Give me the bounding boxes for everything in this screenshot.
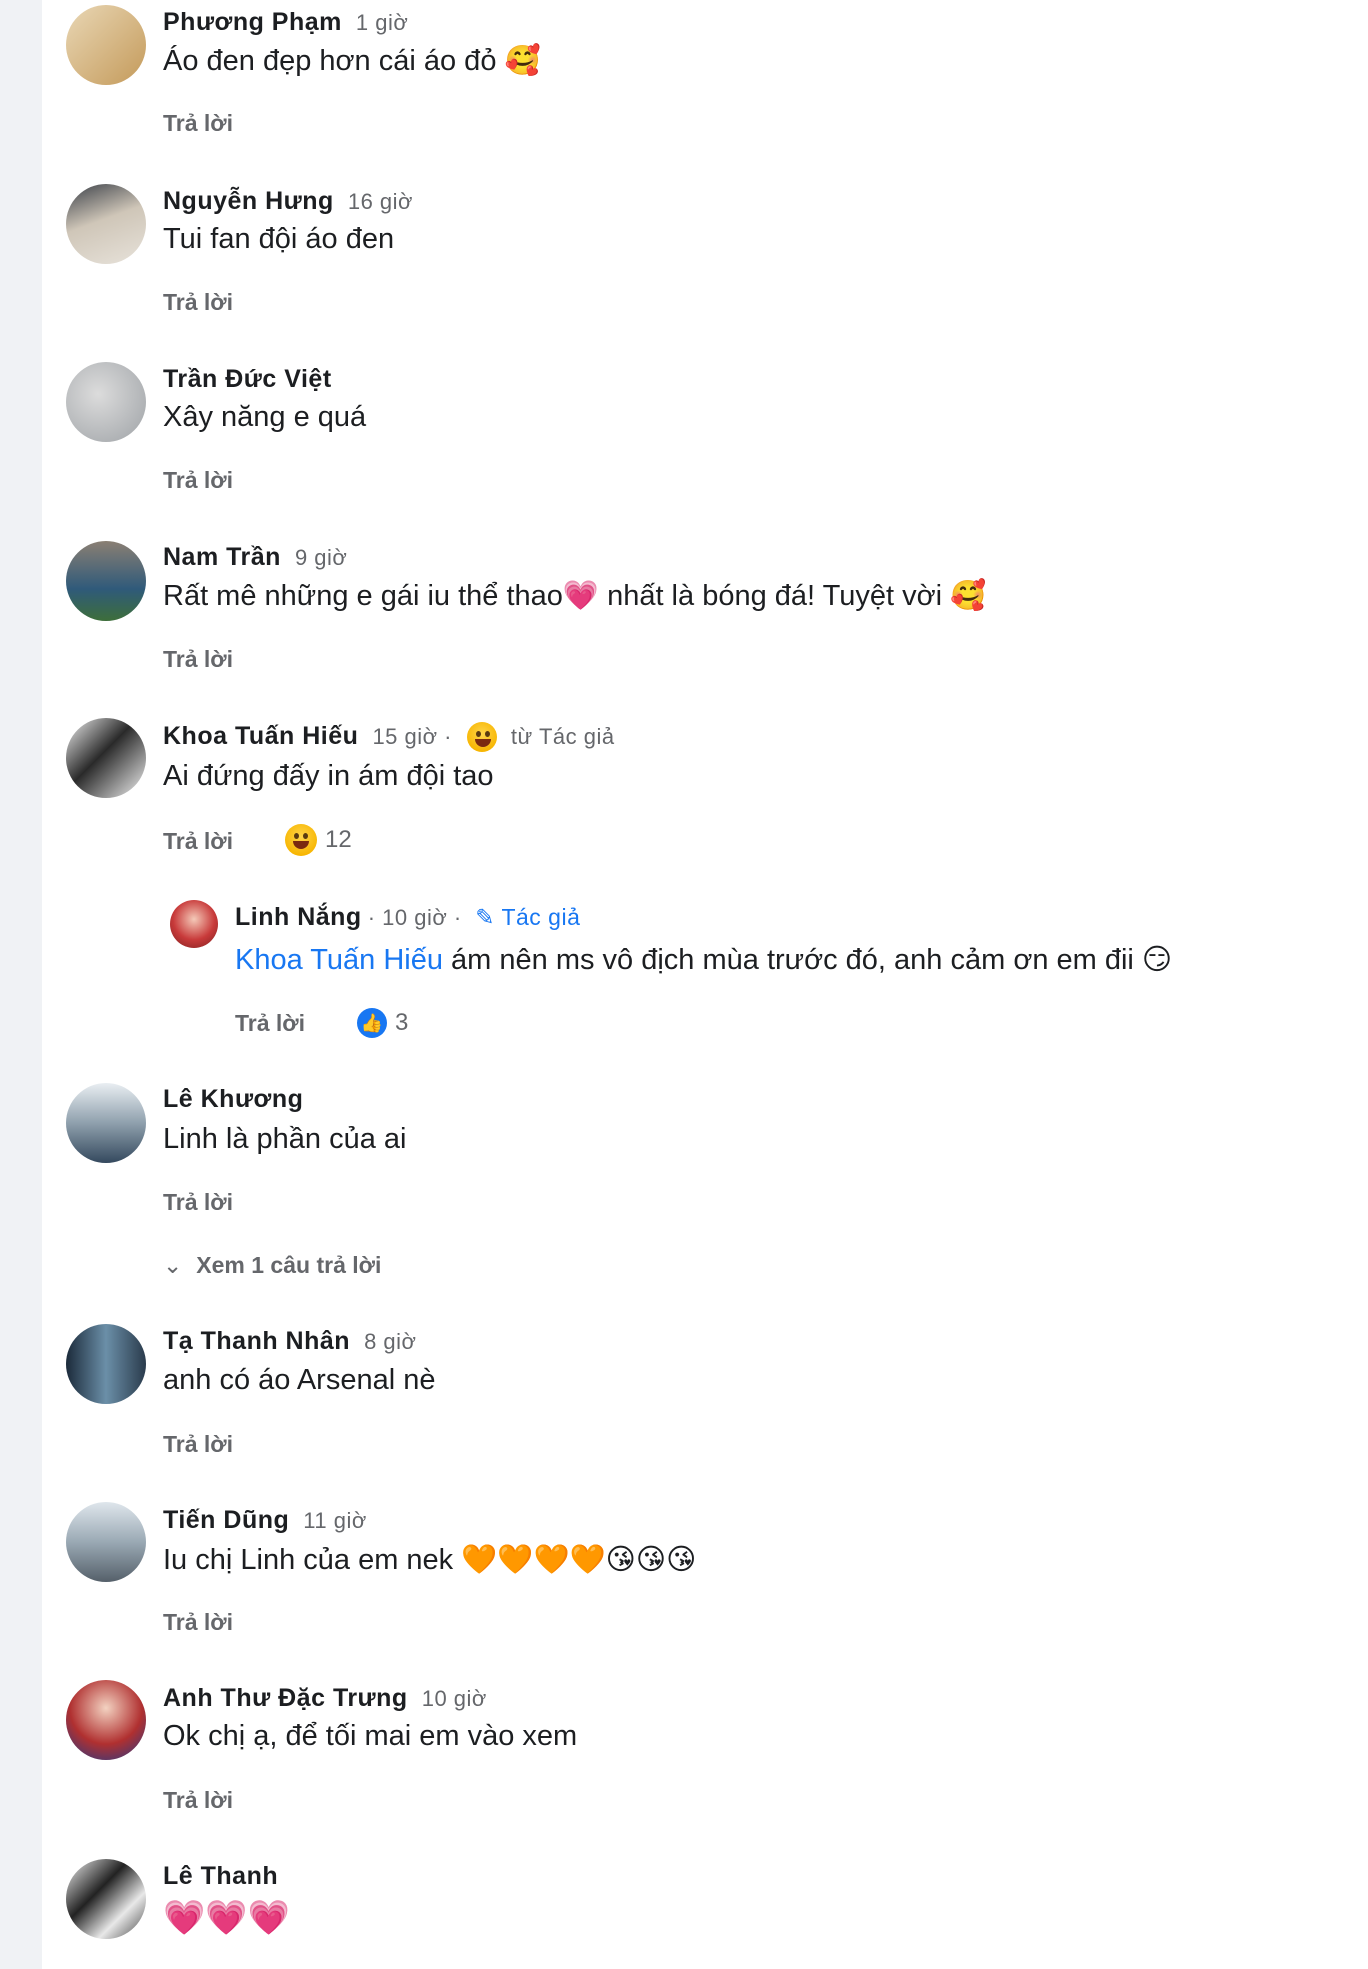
laugh-emoji-icon [285, 824, 317, 856]
comment-time: 16 giờ [347, 189, 413, 214]
author-name[interactable]: Linh Nắng [235, 903, 362, 931]
avatar[interactable] [66, 184, 146, 264]
comment-text: 💗💗💗 [163, 1899, 291, 1937]
mention-link[interactable]: Khoa Tuấn Hiếu [235, 944, 443, 976]
comment-time: 10 giờ [421, 1686, 487, 1711]
reply-button[interactable]: Trả lời [163, 1609, 233, 1636]
comment-text: Ok chị ạ, để tối mai em vào xem [163, 1720, 578, 1752]
comment-author[interactable]: Linh Nắng · 10 giờ · ✎ Tác giả [235, 903, 580, 932]
author-name[interactable]: Tạ Thanh Nhân [163, 1327, 350, 1355]
avatar[interactable] [66, 1502, 146, 1582]
view-replies-label: Xem 1 câu trả lời [196, 1252, 382, 1278]
avatar[interactable] [66, 1680, 146, 1760]
avatar[interactable] [170, 900, 218, 948]
author-name[interactable]: Lê Khương [163, 1085, 303, 1113]
comment-text: Tui fan đội áo đen [163, 223, 395, 255]
avatar[interactable] [66, 1859, 146, 1939]
author-badge-label: Tác giả [501, 904, 581, 930]
author-reacted-label: từ Tác giả [510, 724, 615, 749]
comment-author[interactable]: Tạ Thanh Nhân 8 giờ [163, 1327, 416, 1356]
comment-text: Áo đen đẹp hơn cái áo đỏ 🥰 [163, 45, 541, 77]
reaction-count: 3 [395, 1009, 409, 1036]
reaction-count: 12 [325, 826, 352, 853]
author-name[interactable]: Lê Thanh [163, 1862, 278, 1890]
reply-button[interactable]: Trả lời [163, 646, 233, 673]
comment-time: 1 giờ [355, 10, 409, 35]
chevron-down-icon: ⌄ [163, 1252, 183, 1278]
reaction-summary[interactable]: 👍 3 [357, 1008, 408, 1038]
comment-author[interactable]: Nam Trần 9 giờ [163, 543, 347, 572]
author-name[interactable]: Phương Phạm [163, 8, 342, 36]
comment-author[interactable]: Phương Phạm 1 giờ [163, 8, 408, 37]
comment-author[interactable]: Tiến Dũng 11 giờ [163, 1506, 367, 1535]
comment-time: · 10 giờ · [367, 905, 462, 930]
like-icon: 👍 [357, 1008, 387, 1038]
comment-author[interactable]: Trần Đức Việt [163, 365, 332, 394]
avatar[interactable] [66, 718, 146, 798]
comment-author[interactable]: Nguyễn Hưng 16 giờ [163, 187, 413, 216]
comment-text: Rất mê những e gái iu thể thao💗 nhất là … [163, 580, 987, 612]
comment-time: 8 giờ [364, 1329, 417, 1354]
avatar[interactable] [66, 541, 146, 621]
reply-button[interactable]: Trả lời [235, 1010, 305, 1037]
comment-time: 9 giờ [294, 545, 348, 570]
reply-button[interactable]: Trả lời [163, 1431, 233, 1458]
reply-button[interactable]: Trả lời [163, 828, 233, 855]
reply-button[interactable]: Trả lời [163, 1787, 233, 1814]
view-replies-button[interactable]: ⌄ Xem 1 câu trả lời [163, 1252, 381, 1279]
comment-text: Xây năng e quá [163, 401, 367, 433]
author-name[interactable]: Tiến Dũng [163, 1506, 289, 1534]
laugh-emoji-icon [467, 722, 498, 753]
avatar[interactable] [66, 5, 146, 85]
reply-button[interactable]: Trả lời [163, 110, 233, 137]
reaction-summary[interactable]: 12 [285, 824, 352, 856]
author-name[interactable]: Nguyễn Hưng [163, 187, 334, 215]
author-name[interactable]: Khoa Tuấn Hiếu [163, 722, 358, 750]
author-name[interactable]: Anh Thư Đặc Trưng [163, 1684, 408, 1712]
comment-text: Khoa Tuấn Hiếu ám nên ms vô địch mùa trư… [235, 942, 1172, 977]
reply-button[interactable]: Trả lời [163, 1189, 233, 1216]
avatar[interactable] [66, 362, 146, 442]
comment-author[interactable]: Anh Thư Đặc Trưng 10 giờ [163, 1684, 487, 1713]
author-badge: ✎ Tác giả [475, 904, 580, 930]
author-name[interactable]: Trần Đức Việt [163, 365, 332, 393]
comment-author[interactable]: Khoa Tuấn Hiếu 15 giờ · từ Tác giả [163, 722, 615, 753]
comment-author[interactable]: Lê Thanh [163, 1862, 278, 1891]
comment-text: anh có áo Arsenal nè [163, 1364, 436, 1396]
comment-time: 15 giờ · [372, 724, 453, 749]
comment-text: Ai đứng đấy in ám đội tao [163, 760, 494, 792]
reply-button[interactable]: Trả lời [163, 289, 233, 316]
comment-text: Iu chị Linh của em nek 🧡🧡🧡🧡😘😘😘 [163, 1544, 697, 1576]
reply-button[interactable]: Trả lời [163, 467, 233, 494]
author-name[interactable]: Nam Trần [163, 543, 281, 571]
avatar[interactable] [66, 1324, 146, 1404]
pencil-icon: ✎ [475, 904, 495, 930]
avatar[interactable] [66, 1083, 146, 1163]
comment-author[interactable]: Lê Khương [163, 1085, 303, 1114]
comment-text: Linh là phần của ai [163, 1123, 407, 1155]
comment-text-body: ám nên ms vô địch mùa trước đó, anh cảm … [451, 944, 1173, 976]
comment-time: 11 giờ [303, 1508, 367, 1533]
left-panel-strip [0, 0, 42, 1969]
